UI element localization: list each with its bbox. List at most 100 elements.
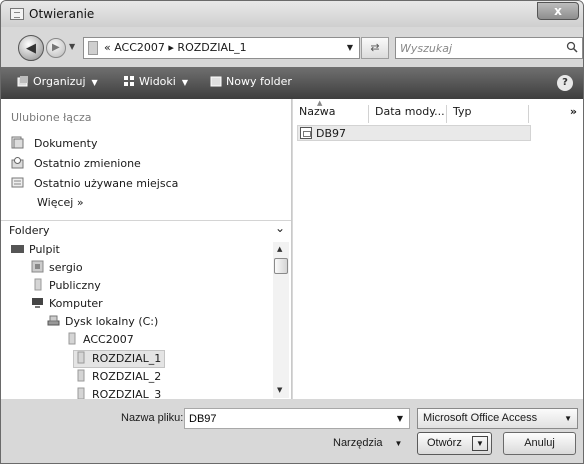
forward-button[interactable]: ▶: [46, 38, 66, 58]
more-columns-button[interactable]: »: [570, 105, 577, 118]
new-folder-label: Nowy folder: [226, 75, 292, 88]
tree-item-user[interactable]: sergio: [31, 260, 83, 278]
tree-item-rozdzial-1[interactable]: ROZDZIAL_1: [73, 350, 165, 368]
views-menu[interactable]: Widoki ▼: [123, 75, 188, 91]
folders-scrollbar[interactable]: ▲ ▼: [273, 242, 289, 398]
address-path[interactable]: « ACC2007 ▸ ROZDZIAL_1: [104, 41, 247, 54]
filename-input[interactable]: [189, 411, 379, 426]
tree-label: ACC2007: [83, 333, 134, 346]
views-icon: [124, 76, 134, 86]
window-icon: [10, 8, 24, 20]
toolbar: Organizuj ▼ Widoki ▼ Nowy folder ?: [1, 67, 583, 99]
refresh-button[interactable]: ⇄: [361, 37, 389, 59]
chevron-down-icon: ▼: [181, 78, 188, 87]
history-dropdown-icon[interactable]: ▼: [69, 42, 75, 51]
favorite-recent[interactable]: Ostatnio zmienione: [11, 156, 141, 174]
tree-item-rozdzial-3[interactable]: ROZDZIAL_3: [74, 387, 161, 399]
access-file-icon: [300, 127, 312, 139]
address-row: ◀ ▶ ▼ « ACC2007 ▸ ROZDZIAL_1 ▼ ⇄: [1, 27, 583, 67]
chevron-down-icon: ▼: [564, 414, 572, 423]
tree-item-rozdzial-2[interactable]: ROZDZIAL_2: [74, 369, 161, 387]
tree-label: sergio: [49, 261, 83, 274]
column-type[interactable]: Typ: [447, 105, 529, 123]
file-row[interactable]: DB97: [297, 125, 531, 141]
folder-icon: [34, 278, 42, 291]
computer-icon: [32, 298, 43, 308]
tree-item-local-disk[interactable]: Dysk lokalny (C:): [47, 314, 158, 332]
close-button[interactable]: x: [537, 2, 579, 20]
folders-label: Foldery: [9, 224, 50, 237]
tree-label: Komputer: [49, 297, 103, 310]
bottom-panel: Nazwa pliku: ▼ Microsoft Office Access ▼…: [1, 399, 583, 463]
organize-menu[interactable]: Organizuj ▼: [17, 75, 98, 91]
tree-label: Publiczny: [49, 279, 101, 292]
tree-item-public[interactable]: Publiczny: [31, 278, 101, 296]
organize-icon: [17, 76, 28, 87]
open-dialog: Otwieranie x ◀ ▶ ▼ « ACC2007 ▸ ROZDZIAL_…: [0, 0, 584, 464]
folder-icon: [68, 332, 76, 345]
tree-item-computer[interactable]: Komputer: [31, 296, 103, 314]
favorite-label: Ostatnio używane miejsca: [34, 177, 179, 190]
folder-icon: [77, 369, 85, 382]
chevron-down-icon[interactable]: ▼: [397, 414, 403, 423]
tools-menu[interactable]: Narzędzia ▼: [333, 437, 402, 449]
filename-field[interactable]: ▼: [184, 408, 410, 429]
documents-icon: [11, 136, 24, 149]
search-input[interactable]: [400, 40, 560, 56]
tree-item-acc2007[interactable]: ACC2007: [65, 332, 134, 350]
favorite-label: Dokumenty: [34, 137, 98, 150]
folder-icon: [88, 41, 98, 55]
folder-icon: [77, 387, 85, 399]
scroll-up-icon[interactable]: ▲: [277, 245, 282, 253]
chevron-down-icon: ▼: [394, 439, 403, 448]
open-button[interactable]: Otwórz ▼: [417, 432, 492, 455]
folders-header[interactable]: Foldery ⌄: [1, 220, 291, 240]
favorite-recent-places[interactable]: Ostatnio używane miejsca: [11, 176, 178, 194]
favorite-label: Ostatnio zmienione: [34, 157, 141, 170]
tree-label: Dysk lokalny (C:): [65, 315, 159, 328]
chevron-down-icon: ▼: [91, 78, 98, 87]
arrow-right-icon: ▶: [52, 42, 60, 53]
tree-item-desktop[interactable]: Pulpit: [11, 242, 60, 260]
user-folder-icon: [31, 260, 44, 273]
scroll-down-icon[interactable]: ▼: [277, 386, 282, 394]
views-label: Widoki: [139, 75, 176, 88]
drive-icon: [47, 315, 60, 326]
filetype-select[interactable]: Microsoft Office Access ▼: [417, 408, 578, 429]
organize-label: Organizuj: [33, 75, 86, 88]
column-label: Data mody...: [375, 105, 445, 118]
desktop-icon: [11, 245, 24, 253]
column-date[interactable]: Data mody...: [369, 105, 447, 123]
tree-label: ROZDZIAL_1: [92, 352, 162, 365]
title-bar[interactable]: Otwieranie x: [1, 1, 583, 27]
tools-label: Narzędzia: [333, 437, 383, 449]
search-icon[interactable]: [566, 41, 578, 53]
new-folder-button[interactable]: Nowy folder: [210, 75, 292, 91]
file-name: DB97: [316, 127, 347, 140]
column-name[interactable]: ▲ Nazwa: [293, 99, 369, 123]
column-label: Typ: [453, 105, 472, 118]
filetype-value: Microsoft Office Access: [423, 412, 538, 424]
new-folder-icon: [210, 76, 222, 87]
navigation-pane: Ulubione łącza Dokumenty Ostatnio zmieni…: [1, 99, 292, 399]
file-list: ▲ Nazwa Data mody... Typ » DB97: [293, 99, 583, 399]
recent-icon: [11, 157, 24, 169]
sort-icon: ▲: [317, 99, 323, 107]
open-label: Otwórz: [427, 437, 462, 449]
help-icon[interactable]: ?: [557, 75, 573, 91]
favorite-documents[interactable]: Dokumenty: [11, 136, 97, 154]
more-link[interactable]: Więcej »: [37, 196, 84, 209]
search-box[interactable]: [395, 37, 583, 59]
back-button[interactable]: ◀: [18, 35, 44, 61]
chevron-down-icon[interactable]: ⌄: [275, 221, 285, 235]
recent-places-icon: [11, 177, 24, 188]
chevron-down-icon[interactable]: ▼: [347, 43, 353, 52]
address-bar[interactable]: « ACC2007 ▸ ROZDZIAL_1 ▼: [83, 37, 360, 59]
tree-label: ROZDZIAL_2: [92, 370, 162, 383]
open-options-icon[interactable]: ▼: [472, 436, 488, 451]
favorites-title: Ulubione łącza: [11, 111, 92, 124]
window-title: Otwieranie: [29, 7, 95, 21]
scrollbar-thumb[interactable]: [274, 258, 288, 274]
cancel-button[interactable]: Anuluj: [503, 432, 576, 455]
tree-label: ROZDZIAL_3: [92, 388, 162, 399]
